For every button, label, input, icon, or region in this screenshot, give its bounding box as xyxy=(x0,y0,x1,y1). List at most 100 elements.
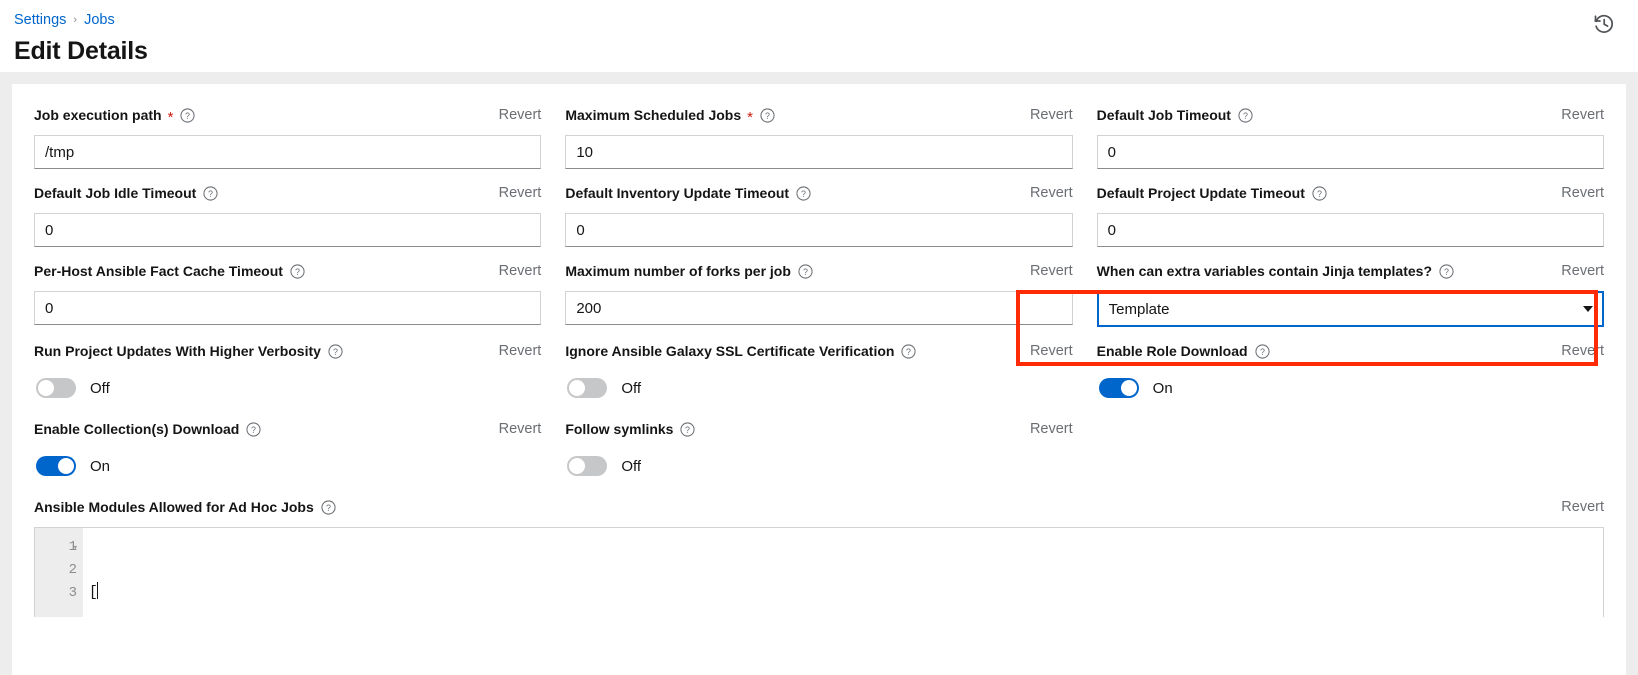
enable-collections-download-toggle[interactable] xyxy=(36,456,76,476)
page-title: Edit Details xyxy=(14,37,1614,66)
revert-link[interactable]: Revert xyxy=(1561,107,1604,123)
maximum-number-of-forks-per-job-input[interactable] xyxy=(565,291,1072,325)
default-project-update-timeout-input[interactable] xyxy=(1097,213,1604,247)
question-circle-icon[interactable]: ? xyxy=(1238,108,1253,123)
question-circle-icon[interactable]: ? xyxy=(680,422,695,437)
revert-link[interactable]: Revert xyxy=(499,343,542,359)
revert-link[interactable]: Revert xyxy=(1030,107,1073,123)
job-execution-path-input[interactable] xyxy=(34,135,541,169)
question-circle-icon[interactable]: ? xyxy=(901,344,916,359)
toggle-knob xyxy=(38,380,54,396)
toggle-state-label: Off xyxy=(621,458,641,475)
field-header: Default Job Idle Timeout ? Revert xyxy=(34,182,541,204)
field-ansible-modules-allowed-for-ad-hoc-jobs: Ansible Modules Allowed for Ad Hoc Jobs … xyxy=(34,496,1604,617)
per-host-ansible-fact-cache-timeout-input[interactable] xyxy=(34,291,541,325)
field-label: When can extra variables contain Jinja t… xyxy=(1097,263,1432,279)
revert-link[interactable]: Revert xyxy=(499,185,542,201)
field-default-inventory-update-timeout: Default Inventory Update Timeout ? Rever… xyxy=(565,182,1072,247)
breadcrumb: Settings›Jobs xyxy=(14,6,1614,31)
field-label: Default Job Timeout xyxy=(1097,107,1231,123)
label-wrap: Job execution path * ? xyxy=(34,107,195,123)
toggle-knob xyxy=(569,380,585,396)
question-circle-icon[interactable]: ? xyxy=(246,422,261,437)
revert-link[interactable]: Revert xyxy=(1030,263,1073,279)
line-number-text: 2 xyxy=(69,562,77,578)
field-header: Run Project Updates With Higher Verbosit… xyxy=(34,340,541,362)
question-circle-icon[interactable]: ? xyxy=(180,108,195,123)
fold-arrow-icon[interactable]: ▾ xyxy=(73,537,78,560)
field-header: Ignore Ansible Galaxy SSL Certificate Ve… xyxy=(565,340,1072,362)
label-wrap: Per-Host Ansible Fact Cache Timeout ? xyxy=(34,263,305,279)
svg-text:?: ? xyxy=(1260,346,1265,356)
run-project-updates-toggle[interactable] xyxy=(36,378,76,398)
question-circle-icon[interactable]: ? xyxy=(321,500,336,515)
switch-row: On xyxy=(1097,371,1604,405)
svg-text:?: ? xyxy=(1317,188,1322,198)
ignore-galaxy-ssl-toggle[interactable] xyxy=(567,378,607,398)
revert-link[interactable]: Revert xyxy=(1561,499,1604,515)
question-circle-icon[interactable]: ? xyxy=(328,344,343,359)
revert-link[interactable]: Revert xyxy=(499,107,542,123)
field-run-project-updates-with-higher-verbosity: Run Project Updates With Higher Verbosit… xyxy=(34,340,541,405)
revert-link[interactable]: Revert xyxy=(1030,343,1073,359)
svg-text:?: ? xyxy=(251,424,256,434)
field-header: Default Job Timeout ? Revert xyxy=(1097,104,1604,126)
field-header: Follow symlinks ? Revert xyxy=(565,418,1072,440)
revert-link[interactable]: Revert xyxy=(499,421,542,437)
code-gutter: 1▾ 2 3 xyxy=(35,528,83,617)
revert-link[interactable]: Revert xyxy=(1561,185,1604,201)
breadcrumb-item-settings[interactable]: Settings xyxy=(14,12,66,28)
label-wrap: Maximum number of forks per job ? xyxy=(565,263,813,279)
field-label: Per-Host Ansible Fact Cache Timeout xyxy=(34,263,283,279)
ansible-modules-code-editor[interactable]: 1▾ 2 3 [ "command", "shell", xyxy=(34,527,1604,617)
enable-role-download-toggle[interactable] xyxy=(1099,378,1139,398)
svg-text:?: ? xyxy=(326,502,331,512)
field-header: Maximum Scheduled Jobs * ? Revert xyxy=(565,104,1072,126)
question-circle-icon[interactable]: ? xyxy=(1439,264,1454,279)
svg-text:?: ? xyxy=(1444,266,1449,276)
field-label: Default Job Idle Timeout xyxy=(34,185,196,201)
default-inventory-update-timeout-input[interactable] xyxy=(565,213,1072,247)
toggle-knob xyxy=(1121,380,1137,396)
jinja-templates-select[interactable]: Template xyxy=(1097,291,1604,327)
revert-link[interactable]: Revert xyxy=(1030,421,1073,437)
svg-text:?: ? xyxy=(333,346,338,356)
field-header: Job execution path * ? Revert xyxy=(34,104,541,126)
switch-row: Off xyxy=(565,449,1072,483)
svg-text:?: ? xyxy=(208,188,213,198)
label-wrap: Default Inventory Update Timeout ? xyxy=(565,185,811,201)
code-line: [ xyxy=(89,582,1603,605)
label-wrap: Default Job Idle Timeout ? xyxy=(34,185,218,201)
label-wrap: Default Job Timeout ? xyxy=(1097,107,1253,123)
question-circle-icon[interactable]: ? xyxy=(1312,186,1327,201)
question-circle-icon[interactable]: ? xyxy=(798,264,813,279)
revert-link[interactable]: Revert xyxy=(1561,263,1604,279)
question-circle-icon[interactable]: ? xyxy=(290,264,305,279)
breadcrumb-item-jobs[interactable]: Jobs xyxy=(84,12,115,28)
field-maximum-scheduled-jobs: Maximum Scheduled Jobs * ? Revert xyxy=(565,104,1072,169)
field-label: Ansible Modules Allowed for Ad Hoc Jobs xyxy=(34,499,314,515)
switch-row: Off xyxy=(565,371,1072,405)
default-job-idle-timeout-input[interactable] xyxy=(34,213,541,247)
toggle-state-label: Off xyxy=(621,380,641,397)
breadcrumb-separator-icon: › xyxy=(66,14,84,26)
toggle-knob xyxy=(58,458,74,474)
maximum-scheduled-jobs-input[interactable] xyxy=(565,135,1072,169)
field-per-host-ansible-fact-cache-timeout: Per-Host Ansible Fact Cache Timeout ? Re… xyxy=(34,260,541,327)
label-wrap: Default Project Update Timeout ? xyxy=(1097,185,1327,201)
revert-link[interactable]: Revert xyxy=(499,263,542,279)
field-follow-symlinks: Follow symlinks ? Revert Off xyxy=(565,418,1072,483)
field-label: Default Inventory Update Timeout xyxy=(565,185,789,201)
revert-link[interactable]: Revert xyxy=(1561,343,1604,359)
revert-link[interactable]: Revert xyxy=(1030,185,1073,201)
follow-symlinks-toggle[interactable] xyxy=(567,456,607,476)
question-circle-icon[interactable]: ? xyxy=(760,108,775,123)
code-content[interactable]: [ "command", "shell", xyxy=(83,528,1603,617)
question-circle-icon[interactable]: ? xyxy=(1255,344,1270,359)
field-label: Enable Role Download xyxy=(1097,343,1248,359)
toggle-state-label: On xyxy=(1153,380,1173,397)
history-clock-icon[interactable] xyxy=(1592,12,1616,36)
default-job-timeout-input[interactable] xyxy=(1097,135,1604,169)
question-circle-icon[interactable]: ? xyxy=(796,186,811,201)
question-circle-icon[interactable]: ? xyxy=(203,186,218,201)
